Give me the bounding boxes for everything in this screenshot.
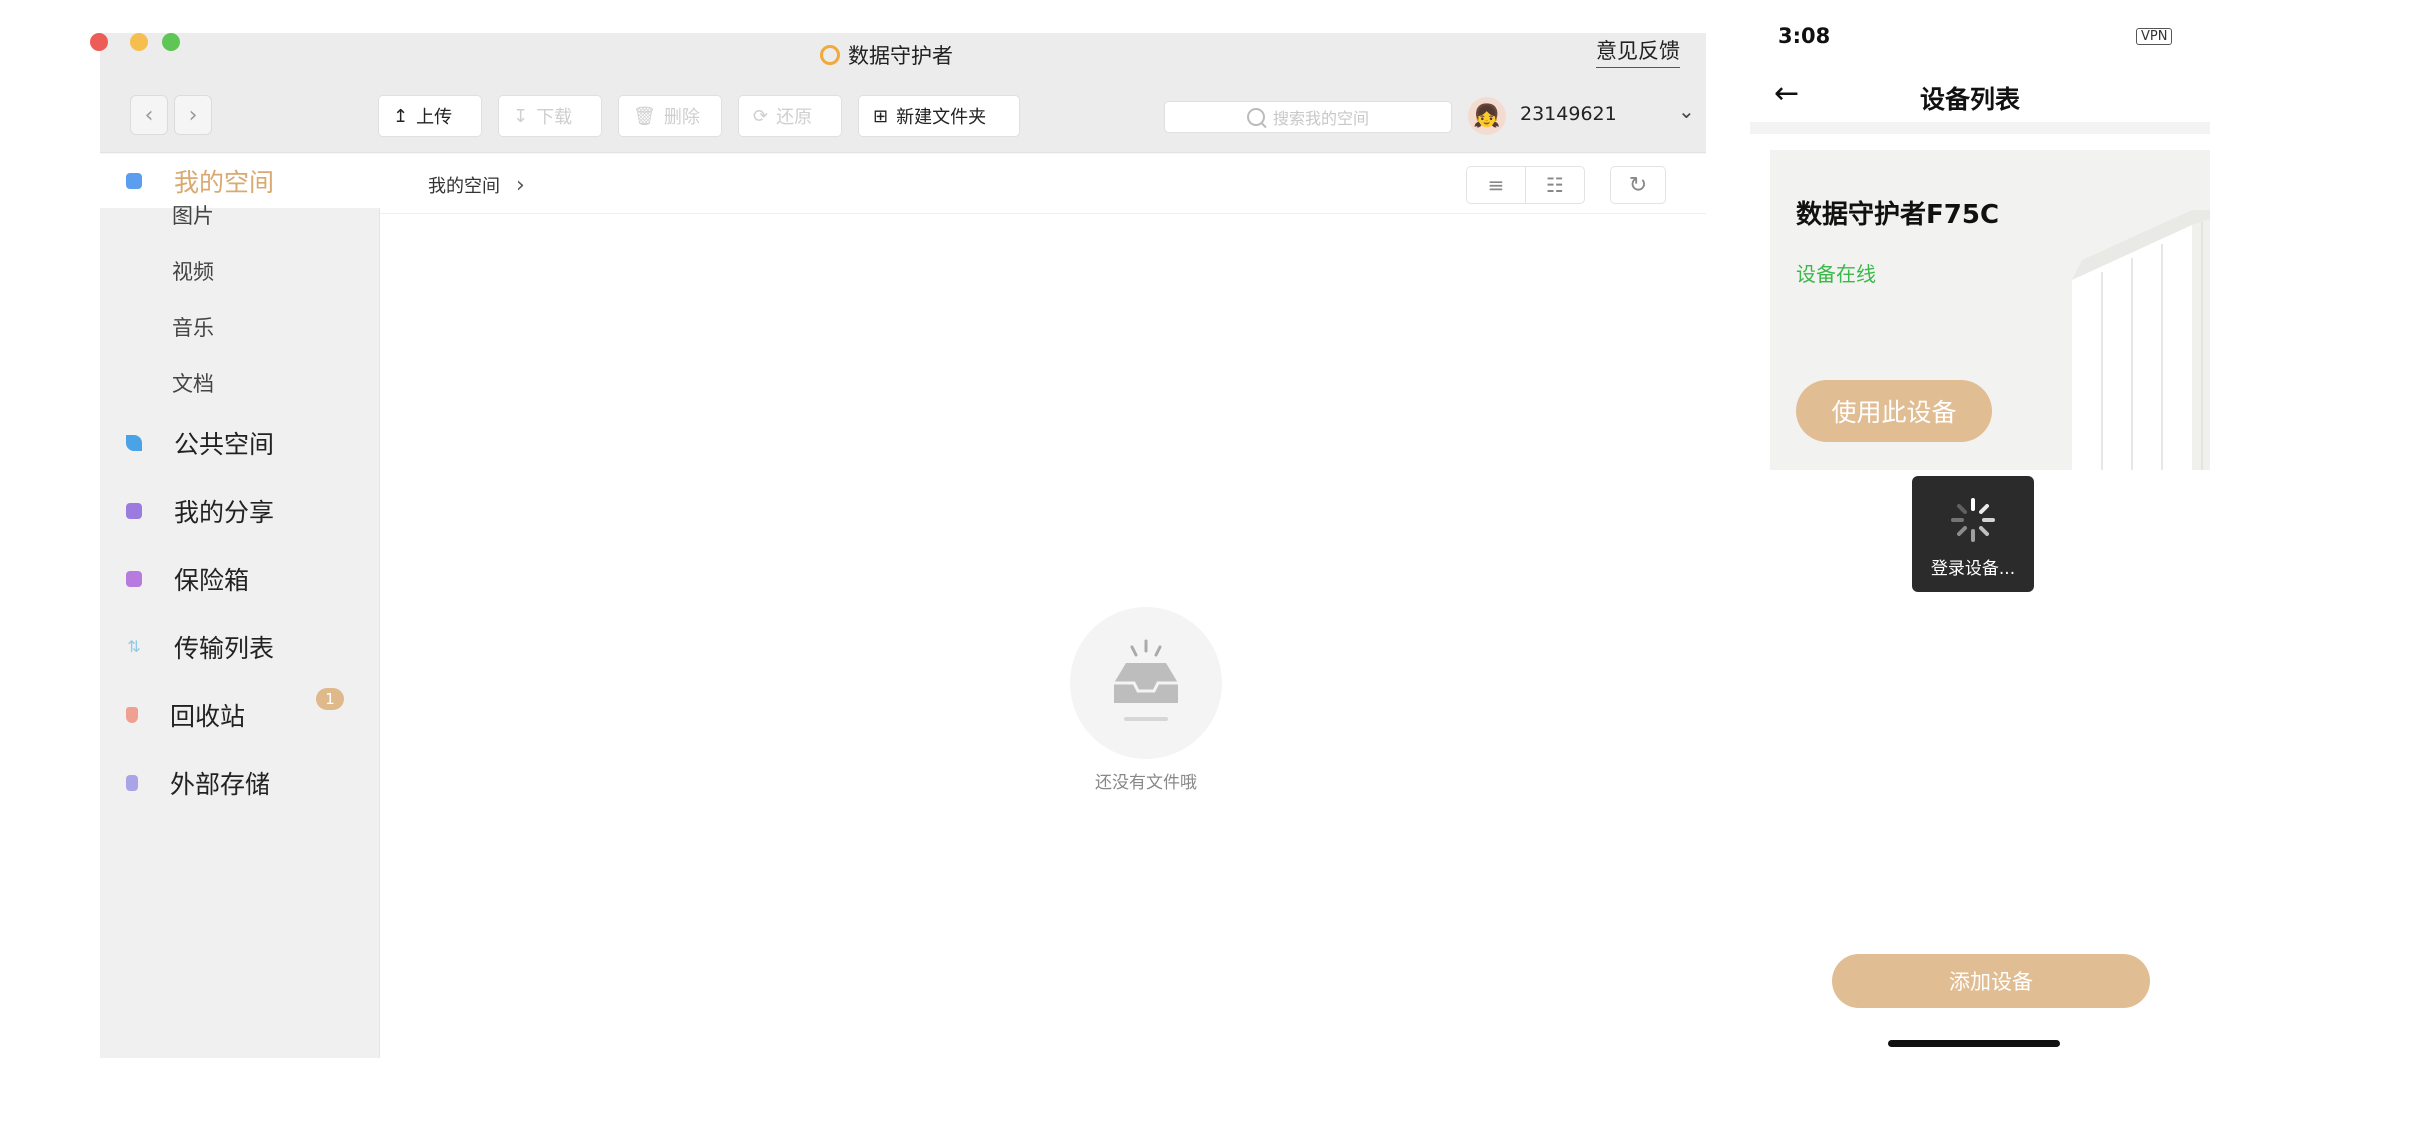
username[interactable]: 23149621 [1520,103,1617,125]
minimize-window-button[interactable] [130,33,148,51]
sidebar-item-vault[interactable]: 保险箱 [100,552,380,606]
upload-button[interactable]: ↥ 上传 [378,95,482,137]
nav-divider [1750,122,2210,134]
home-indicator[interactable] [1888,1040,2060,1047]
empty-state-text: 还没有文件哦 [1095,773,1197,793]
desktop-window: 数据守护者 意见反馈 ‹ › ↥ 上传 ↧ 下载 🗑 删除 ⟳ 还原 ⊞ 新建文… [90,33,1706,1058]
breadcrumb-bar: 我的空间 › ≡ ☷ ↻ [380,154,1706,214]
sidebar-item-transfer-list[interactable]: ⇅ 传输列表 [100,620,380,674]
sidebar-subitem-music[interactable]: 音乐 [172,312,214,342]
upload-label: 上传 [416,107,453,128]
sidebar-subitem-images[interactable]: 图片 [172,200,214,230]
view-mode-button[interactable]: ☷ [1525,166,1585,204]
new-folder-label: 新建文件夹 [896,107,987,128]
sidebar-item-my-shares[interactable]: 我的分享 [100,484,380,538]
refresh-icon: ↻ [1628,172,1648,198]
nas-device-image [2072,210,2210,470]
sidebar-item-external-storage[interactable]: 外部存储 [100,756,380,810]
sidebar-item-label: 公共空间 [174,430,275,459]
device-card[interactable]: 数据守护者F75C 设备在线 使用此设备 [1770,150,2210,470]
loading-spinner-icon [1951,498,1995,542]
sidebar-item-label: 传输列表 [174,634,275,663]
refresh-button[interactable]: ↻ [1610,166,1666,204]
chevron-right-icon: › [516,172,525,198]
new-folder-button[interactable]: ⊞ 新建文件夹 [858,95,1020,137]
trash-icon [126,707,138,723]
use-device-button[interactable]: 使用此设备 [1796,380,1992,442]
device-name: 数据守护者F75C [1796,200,2000,230]
new-folder-icon: ⊞ [873,105,889,127]
chevron-down-icon[interactable]: ⌄ [1678,99,1695,123]
sort-list-icon: ≡ [1487,173,1505,197]
sidebar-subitem-videos[interactable]: 视频 [172,256,214,286]
add-device-button[interactable]: 添加设备 [1832,954,2150,1008]
transfer-count-badge: 1 [316,688,344,710]
avatar[interactable]: 👧 [1468,97,1506,135]
back-arrow-icon[interactable]: ← [1774,76,1799,111]
status-time: 3:08 [1778,24,1831,48]
paper-plane-icon [126,435,142,451]
sidebar-item-label: 我的空间 [174,168,275,197]
phone-screen: 3:08 VPN 设备列表 ← 数据守护者F75C 设备在线 使用此设备 登录设… [1750,0,2210,1125]
download-button[interactable]: ↧ 下载 [498,95,602,137]
app-logo-icon [820,45,840,65]
transfer-icon: ⇅ [127,637,141,656]
folder-icon [126,173,142,189]
breadcrumb-root[interactable]: 我的空间 [428,172,500,198]
vpn-badge: VPN [2136,28,2173,45]
search-input[interactable]: 搜索我的空间 [1164,101,1452,133]
download-icon: ↧ [513,105,529,127]
feedback-link[interactable]: 意见反馈 [1596,35,1680,68]
download-label: 下载 [536,107,573,128]
search-icon [1246,108,1265,126]
search-placeholder: 搜索我的空间 [1272,109,1369,128]
close-window-button[interactable] [90,33,108,51]
app-title-text: 数据守护者 [848,44,953,68]
delete-label: 删除 [663,107,700,128]
sidebar-item-label: 外部存储 [170,770,271,799]
maximize-window-button[interactable] [162,33,180,51]
upload-icon: ↥ [393,105,409,127]
title-bar: 数据守护者 意见反馈 ‹ › ↥ 上传 ↧ 下载 🗑 删除 ⟳ 还原 ⊞ 新建文… [90,33,1706,153]
sidebar-item-label: 我的分享 [174,498,275,527]
usb-drive-icon [126,775,138,791]
delete-button[interactable]: 🗑 删除 [618,95,722,137]
safe-icon [126,571,142,587]
breadcrumb: 我的空间 › [428,172,525,198]
forward-button[interactable]: › [174,95,212,135]
page-title: 设备列表 [1919,85,2020,114]
sidebar-subitem-documents[interactable]: 文档 [172,368,214,398]
app-title: 数据守护者 [820,35,1120,75]
sidebar-item-label: 回收站 [170,702,246,731]
chevron-left-icon: ‹ [144,102,154,128]
chevron-right-icon: › [188,102,198,128]
restore-button[interactable]: ⟳ 还原 [738,95,842,137]
restore-label: 还原 [776,107,813,128]
empty-state-illustration [1070,607,1222,759]
trash-icon: 🗑 [633,105,656,127]
file-content-area: 我的空间 › ≡ ☷ ↻ 还没有文件哦 [380,154,1706,1058]
share-icon [126,503,142,519]
restore-icon: ⟳ [753,105,769,127]
sort-button[interactable]: ≡ [1466,166,1526,204]
toast-text: 登录设备... [1930,559,2016,579]
device-status: 设备在线 [1796,262,1876,286]
empty-inbox-icon [1114,639,1178,721]
sidebar: 我的空间 图片 视频 音乐 文档 公共空间 我的分享 保险箱 ⇅ 传输列表 回收… [100,154,380,1058]
loading-toast: 登录设备... [1912,476,2034,592]
sidebar-item-my-space[interactable]: 我的空间 [100,154,380,208]
back-button[interactable]: ‹ [130,95,168,135]
sidebar-item-public-space[interactable]: 公共空间 [100,416,380,470]
list-view-icon: ☷ [1546,173,1564,197]
sidebar-item-label: 保险箱 [174,566,250,595]
